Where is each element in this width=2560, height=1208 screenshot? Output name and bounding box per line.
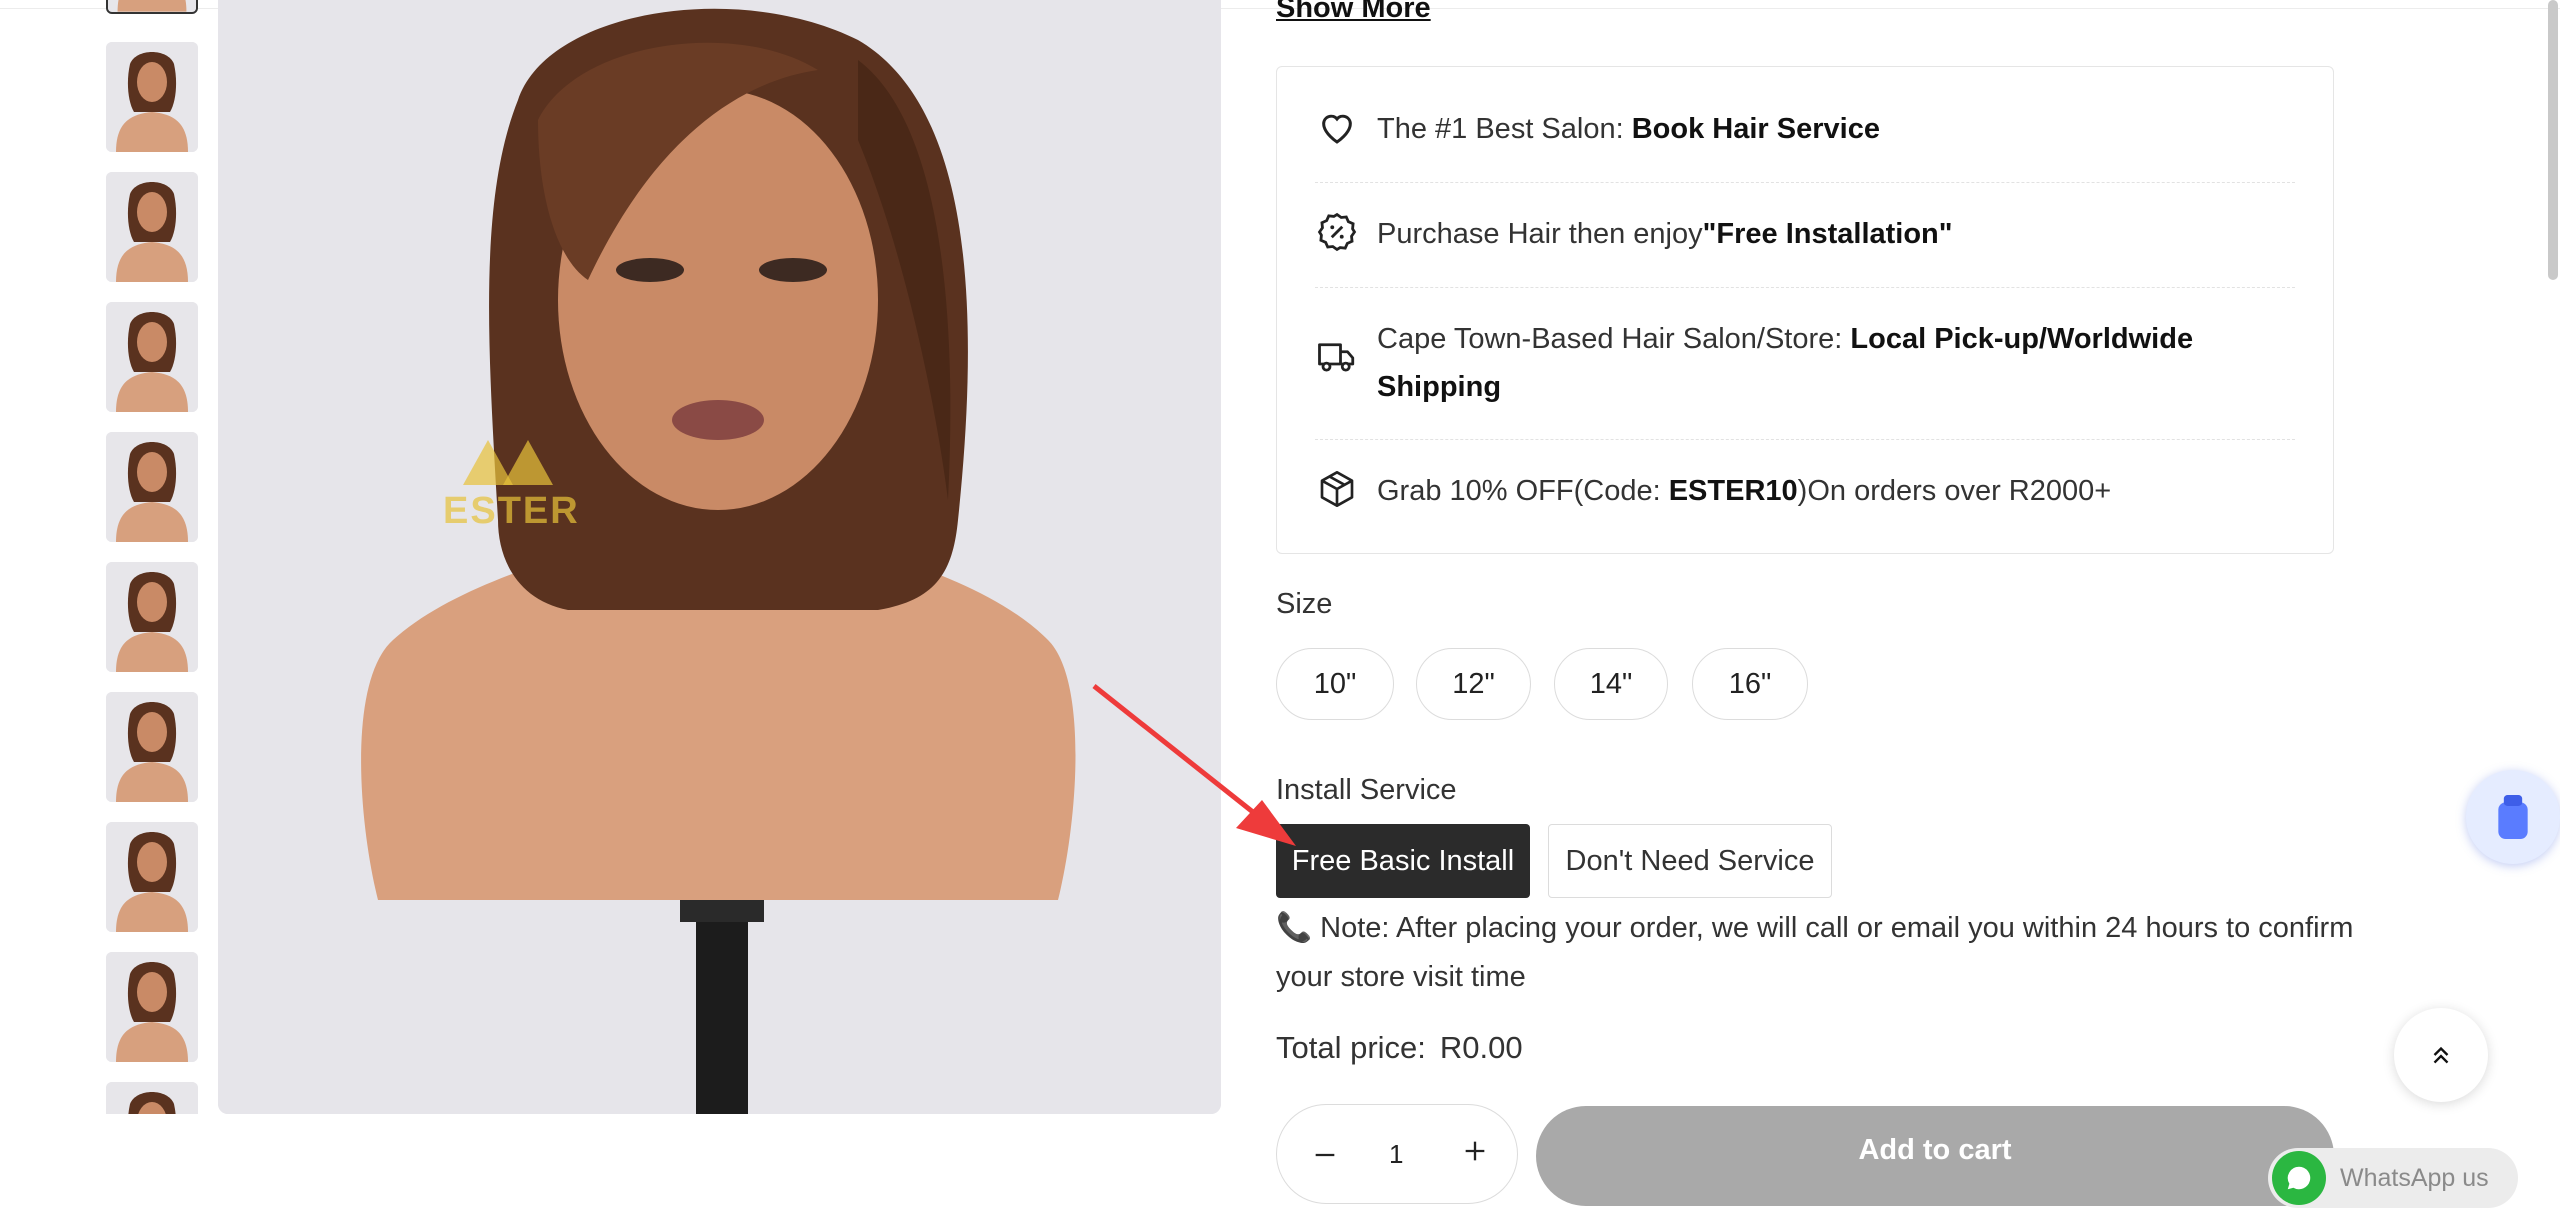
promo-text: The #1 Best Salon: Book Hair Service bbox=[1377, 113, 1880, 145]
free-basic-install-button[interactable]: Free Basic Install bbox=[1276, 824, 1530, 898]
package-icon bbox=[1315, 467, 1359, 511]
chat-cup-icon bbox=[2498, 795, 2528, 839]
promo-shipping: Cape Town-Based Hair Salon/Store: Local … bbox=[1315, 315, 2295, 411]
divider bbox=[1315, 182, 2295, 183]
delivery-truck-icon bbox=[1315, 335, 1359, 379]
total-price: Total price: R0.00 bbox=[1276, 1030, 1523, 1066]
add-to-cart-button[interactable]: Add to cart bbox=[1536, 1106, 2334, 1206]
quantity-stepper: 1 bbox=[1276, 1104, 1518, 1204]
discount-badge-icon bbox=[1315, 210, 1359, 254]
product-thumbnail[interactable] bbox=[106, 562, 198, 672]
promo-discount: Grab 10% OFF(Code: ESTER10)On orders ove… bbox=[1315, 467, 2295, 515]
minus-icon[interactable] bbox=[1311, 1139, 1339, 1178]
product-thumbnail[interactable] bbox=[106, 822, 198, 932]
promo-text: Purchase Hair then enjoy"Free Installati… bbox=[1377, 218, 1953, 250]
product-thumbnail[interactable] bbox=[106, 1082, 198, 1114]
product-thumbnail[interactable] bbox=[106, 172, 198, 282]
size-option-12[interactable]: 12" bbox=[1416, 648, 1531, 720]
dont-need-service-button[interactable]: Don't Need Service bbox=[1548, 824, 1832, 898]
total-price-label: Total price: bbox=[1276, 1030, 1426, 1065]
phone-icon: 📞 bbox=[1276, 912, 1321, 944]
product-thumbnail[interactable] bbox=[106, 952, 198, 1062]
scroll-to-top-button[interactable] bbox=[2394, 1008, 2488, 1102]
promo-box: The #1 Best Salon: Book Hair Service Pur… bbox=[1276, 66, 2334, 554]
plus-icon[interactable] bbox=[1461, 1135, 1489, 1174]
install-note: 📞 Note: After placing your order, we wil… bbox=[1276, 912, 2354, 993]
size-option-10[interactable]: 10" bbox=[1276, 648, 1394, 720]
promo-salon: The #1 Best Salon: Book Hair Service bbox=[1315, 105, 2295, 153]
divider bbox=[1315, 439, 2295, 440]
promo-installation: Purchase Hair then enjoy"Free Installati… bbox=[1315, 210, 2295, 258]
promo-text: Cape Town-Based Hair Salon/Store: Local … bbox=[1377, 323, 2194, 403]
product-thumbnail[interactable] bbox=[106, 42, 198, 152]
whatsapp-label: WhatsApp us bbox=[2340, 1163, 2489, 1192]
page-scrollbar[interactable] bbox=[2548, 0, 2558, 280]
show-more-link[interactable]: Show More bbox=[1276, 0, 1431, 25]
double-chevron-up-icon bbox=[2433, 1046, 2449, 1064]
whatsapp-icon bbox=[2272, 1151, 2326, 1205]
product-thumbnail[interactable] bbox=[106, 0, 198, 14]
quantity-value[interactable]: 1 bbox=[1389, 1139, 1403, 1170]
size-label: Size bbox=[1276, 588, 1333, 620]
mannequin-wig-image bbox=[218, 0, 1221, 1114]
product-thumbnail[interactable] bbox=[106, 692, 198, 802]
thumbnail-gallery bbox=[106, 0, 200, 1114]
main-product-image[interactable]: ESTER bbox=[218, 0, 1221, 1114]
product-thumbnail[interactable] bbox=[106, 432, 198, 542]
whatsapp-widget[interactable]: WhatsApp us bbox=[2268, 1148, 2518, 1208]
heart-icon bbox=[1315, 105, 1359, 149]
divider bbox=[1315, 287, 2295, 288]
install-service-label: Install Service bbox=[1276, 774, 1457, 806]
promo-text: Grab 10% OFF(Code: ESTER10)On orders ove… bbox=[1377, 475, 2112, 507]
size-option-16[interactable]: 16" bbox=[1692, 648, 1808, 720]
chat-widget-button[interactable] bbox=[2466, 770, 2560, 864]
product-thumbnail[interactable] bbox=[106, 302, 198, 412]
total-price-value: R0.00 bbox=[1439, 1030, 1523, 1065]
watermark-logo-text: ESTER bbox=[443, 490, 580, 532]
size-option-14[interactable]: 14" bbox=[1554, 648, 1668, 720]
